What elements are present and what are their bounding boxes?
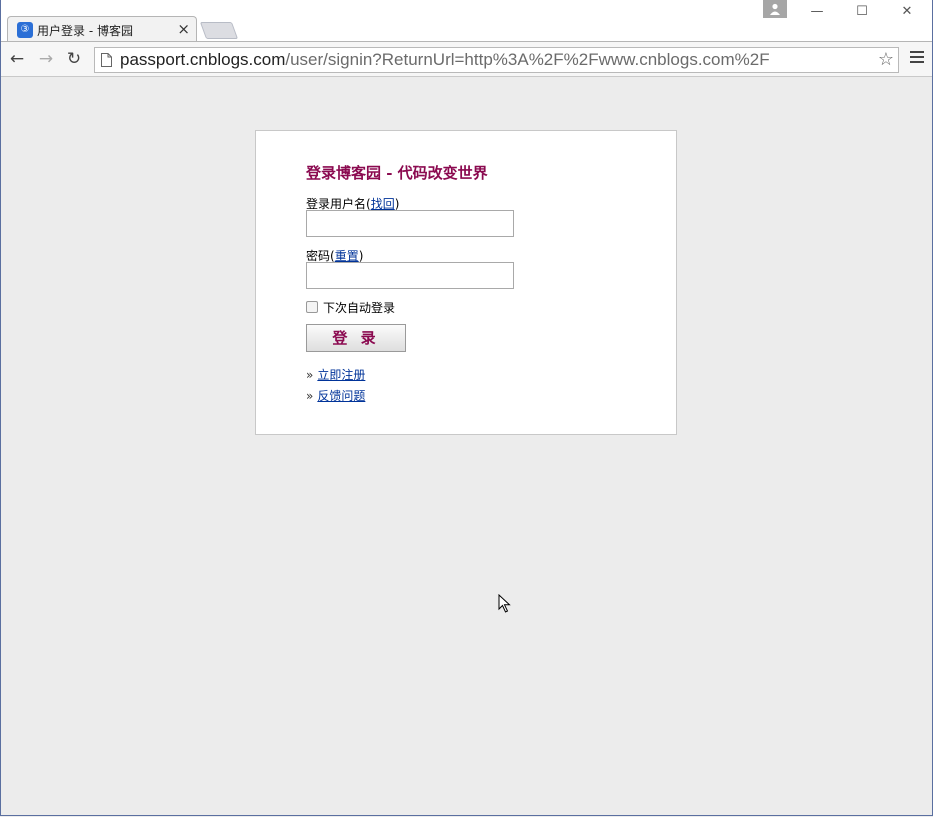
password-input[interactable] bbox=[306, 262, 514, 289]
password-label-text: 密码( bbox=[306, 249, 335, 263]
login-panel: 登录博客园 - 代码改变世界 登录用户名(找回) 密码(重置) 下次自动登录 登… bbox=[255, 130, 677, 435]
url-text: passport.cnblogs.com/user/signin?ReturnU… bbox=[120, 51, 770, 69]
remember-me-checkbox[interactable] bbox=[306, 301, 318, 313]
tab-strip: ③ 用户登录 - 博客园 × — ☐ ✕ bbox=[1, 0, 932, 42]
feedback-link-row: » 反馈问题 bbox=[306, 387, 365, 404]
reset-password-link[interactable]: 重置 bbox=[335, 249, 359, 263]
remember-me-label[interactable]: 下次自动登录 bbox=[323, 299, 395, 316]
new-tab-button[interactable] bbox=[199, 22, 239, 39]
login-title: 登录博客园 - 代码改变世界 bbox=[306, 164, 488, 182]
maximize-icon[interactable]: ☐ bbox=[847, 2, 877, 22]
user-profile-icon[interactable] bbox=[763, 0, 787, 18]
cnblogs-favicon-icon: ③ bbox=[17, 22, 33, 38]
register-link-row: » 立即注册 bbox=[306, 366, 365, 383]
browser-toolbar: ← → ↻ passport.cnblogs.com/user/signin?R… bbox=[1, 41, 932, 77]
username-label-end: ) bbox=[394, 197, 400, 211]
url-path: /user/signin?ReturnUrl=http%3A%2F%2Fwww.… bbox=[285, 50, 770, 69]
register-link[interactable]: 立即注册 bbox=[317, 368, 365, 382]
raquo-icon: » bbox=[306, 368, 314, 382]
password-label-end: ) bbox=[358, 249, 364, 263]
reload-icon[interactable]: ↻ bbox=[64, 49, 84, 69]
username-input[interactable] bbox=[306, 210, 514, 237]
feedback-link[interactable]: 反馈问题 bbox=[317, 389, 365, 403]
mouse-cursor-icon bbox=[498, 594, 511, 613]
raquo-icon: » bbox=[306, 389, 314, 403]
url-host: passport.cnblogs.com bbox=[120, 50, 286, 69]
window-close-icon[interactable]: ✕ bbox=[892, 2, 922, 22]
bookmark-star-icon[interactable]: ☆ bbox=[878, 50, 894, 70]
address-bar[interactable]: passport.cnblogs.com/user/signin?ReturnU… bbox=[94, 47, 899, 73]
recover-username-link[interactable]: 找回 bbox=[371, 197, 395, 211]
tab-close-icon[interactable]: × bbox=[177, 20, 190, 38]
login-button[interactable]: 登 录 bbox=[306, 324, 406, 352]
hamburger-menu-icon[interactable] bbox=[910, 51, 924, 66]
tab-title: 用户登录 - 博客园 bbox=[37, 24, 133, 38]
page-icon bbox=[101, 53, 112, 70]
minimize-icon[interactable]: — bbox=[802, 2, 832, 22]
forward-arrow-icon[interactable]: → bbox=[36, 49, 56, 69]
browser-window: ③ 用户登录 - 博客园 × — ☐ ✕ ← → ↻ passport.cnbl… bbox=[0, 0, 933, 816]
back-arrow-icon[interactable]: ← bbox=[7, 49, 27, 69]
browser-tab[interactable]: ③ 用户登录 - 博客园 × bbox=[7, 16, 197, 42]
username-label-text: 登录用户名( bbox=[306, 197, 371, 211]
